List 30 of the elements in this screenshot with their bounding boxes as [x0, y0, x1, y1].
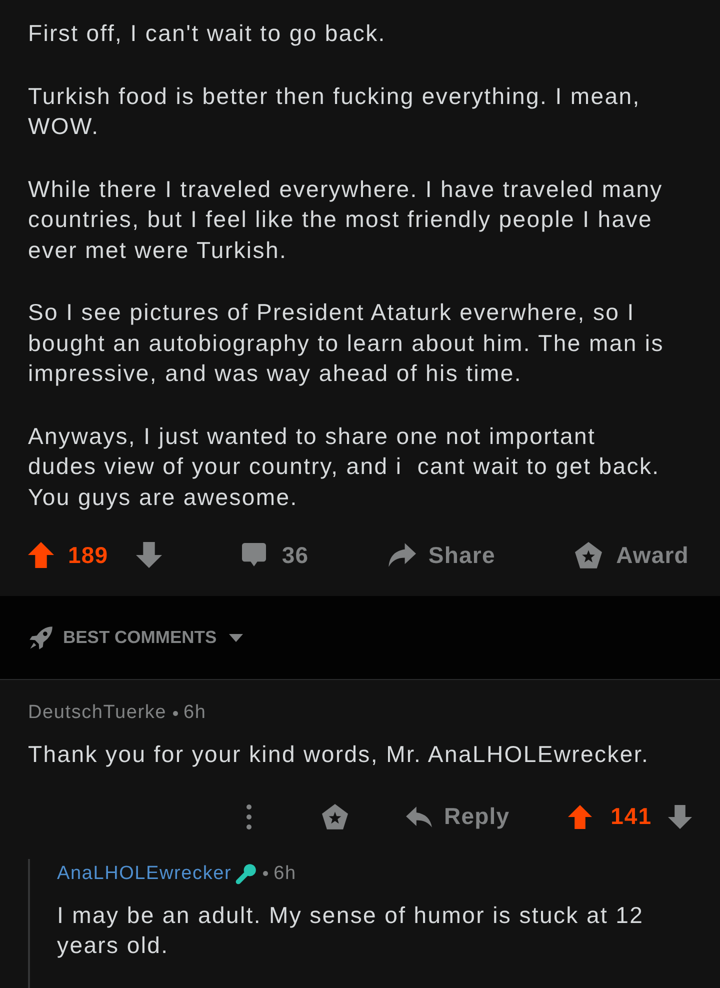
upvote-arrow-icon[interactable] [28, 542, 54, 568]
downvote-arrow-icon[interactable] [668, 804, 692, 828]
downvote-arrow-icon[interactable] [136, 542, 162, 568]
share-button[interactable]: Share [388, 538, 496, 572]
comment-bubble-icon [242, 543, 266, 567]
post-paragraph: While there I traveled everywhere. I have traveled many countries, but I feel like the most friendly people I have ever met were Turkish. [28, 174, 664, 264]
comment-age: 6h [184, 701, 206, 725]
post-paragraph: So I see pictures of President Ataturk everwhere, so I bought an autobiography to learn about him. The man is impressive, and was way ahead of his time. [28, 298, 665, 388]
award-icon [575, 542, 602, 568]
sort-dropdown[interactable]: BEST COMMENTS [29, 624, 243, 651]
comments-button[interactable]: 36 [242, 538, 309, 572]
comment-author[interactable]: DeutschTuerke [28, 701, 167, 725]
comment-score: 141 [610, 803, 652, 830]
award-icon [322, 804, 348, 830]
post-paragraph: First off, I can't wait to go back. [28, 19, 387, 48]
more-options-icon[interactable] [246, 804, 252, 830]
post-score: 189 [68, 540, 108, 570]
reply-arrow-icon [406, 806, 432, 828]
post-paragraph: Anyways, I just wanted to share one not important dudes view of your country, and i cant wait to get back. You guys are awesome. [28, 422, 661, 512]
comment-body: I may be an adult. My sense of humor is stuck at 12 years old. [57, 900, 645, 960]
share-arrow-icon [388, 542, 416, 568]
comment-body: Thank you for your kind words, Mr. AnaLHOLEwrecker. [28, 740, 650, 769]
caret-down-icon [228, 634, 243, 642]
comment-author[interactable]: AnaLHOLEwrecker [57, 862, 232, 886]
reply-button[interactable]: Reply [406, 799, 510, 834]
upvote-arrow-icon[interactable] [568, 804, 592, 828]
award-button[interactable]: Award [575, 538, 689, 572]
post-paragraph: Turkish food is better then fucking everything. I mean, WOW. [28, 82, 642, 141]
rocket-icon [29, 626, 53, 650]
comment-age: 6h [274, 862, 296, 886]
